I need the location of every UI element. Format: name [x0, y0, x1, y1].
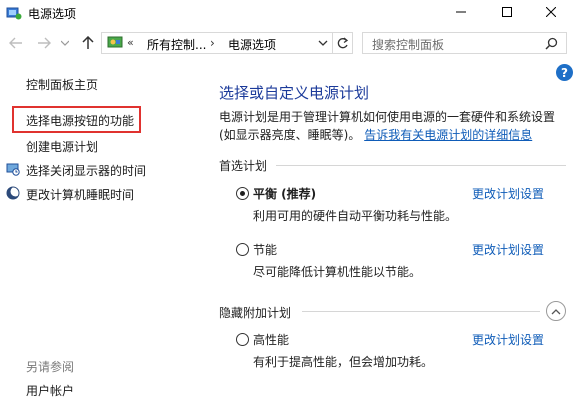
plan-power-saver-name[interactable]: 节能 [253, 241, 277, 258]
description-text: (如显示器亮度、睡眠等)。 [219, 128, 361, 142]
plan-high-performance-change-link[interactable]: 更改计划设置 [472, 331, 544, 348]
sidebar-item-user-accounts[interactable]: 用户帐户 [26, 382, 74, 399]
close-button[interactable] [528, 0, 574, 24]
chevron-down-icon [61, 40, 69, 46]
moon-icon [6, 186, 21, 200]
plan-power-saver-desc: 尽可能降低计算机性能以节能。 [253, 265, 422, 279]
plan-high-performance-desc: 有利于提高性能，但会增加功耗。 [253, 355, 434, 369]
breadcrumb-all-control-panel[interactable]: 所有控制... [147, 36, 206, 53]
refresh-button[interactable] [333, 32, 353, 54]
sidebar-control-panel-home[interactable]: 控制面板主页 [26, 76, 98, 93]
plan-high-performance-radio[interactable] [236, 333, 249, 346]
close-icon [546, 7, 556, 17]
address-dropdown-button[interactable] [316, 36, 330, 50]
up-arrow-icon [82, 36, 94, 49]
sidebar-item-display-off-time[interactable]: 选择关闭显示器的时间 [26, 162, 146, 179]
sidebar-item-sleep-time[interactable]: 更改计算机睡眠时间 [26, 186, 134, 203]
back-button[interactable] [8, 35, 24, 51]
minimize-icon [456, 11, 466, 13]
section-divider [276, 165, 566, 166]
plan-balanced-desc: 利用可用的硬件自动平衡功耗与性能。 [253, 209, 458, 223]
control-panel-icon [107, 35, 125, 51]
address-overflow[interactable]: « [127, 36, 134, 49]
breadcrumb-power-options[interactable]: 电源选项 [228, 36, 276, 53]
display-icon [6, 162, 20, 176]
forward-button[interactable] [36, 35, 52, 51]
sidebar-item-power-button[interactable]: 选择电源按钮的功能 [26, 112, 134, 129]
help-icon[interactable]: ? [556, 64, 573, 81]
chevron-up-icon [551, 308, 561, 314]
back-arrow-icon [9, 37, 22, 49]
maximize-icon [502, 7, 512, 17]
window-title: 电源选项 [28, 7, 77, 21]
description-line2: (如显示器亮度、睡眠等)。 告诉我有关电源计划的详细信息 [219, 126, 532, 143]
breadcrumb-separator[interactable]: › [210, 36, 215, 50]
forward-arrow-icon [38, 37, 51, 49]
hidden-plans-label: 隐藏附加计划 [219, 306, 292, 320]
section-divider [302, 311, 540, 312]
search-input[interactable]: 搜索控制面板 [362, 32, 567, 54]
plan-power-saver-change-link[interactable]: 更改计划设置 [472, 241, 544, 258]
plan-balanced-name[interactable]: 平衡 (推荐) [253, 185, 316, 202]
title-bar: 电源选项 [0, 0, 574, 26]
preferred-plans-label: 首选计划 [219, 159, 268, 173]
learn-more-link[interactable]: 告诉我有关电源计划的详细信息 [364, 128, 532, 142]
minimize-button[interactable] [438, 0, 484, 24]
power-options-icon [6, 5, 22, 21]
refresh-icon [337, 37, 349, 48]
maximize-button[interactable] [484, 0, 530, 24]
search-icon[interactable] [545, 37, 558, 50]
plan-balanced-change-link[interactable]: 更改计划设置 [472, 185, 544, 202]
collapse-hidden-plans-button[interactable] [546, 301, 566, 321]
chevron-down-icon [318, 40, 328, 46]
up-button[interactable] [80, 35, 96, 51]
plan-high-performance-name[interactable]: 高性能 [253, 331, 289, 348]
plan-power-saver-radio[interactable] [236, 243, 249, 256]
description-line1: 电源计划是用于管理计算机如何使用电源的一套硬件和系统设置 [219, 110, 556, 124]
address-bar[interactable]: « 所有控制... › 电源选项 [101, 32, 333, 54]
page-title: 选择或自定义电源计划 [219, 84, 370, 102]
sidebar-item-create-plan[interactable]: 创建电源计划 [26, 138, 98, 155]
plan-balanced-radio[interactable] [236, 187, 249, 200]
search-placeholder: 搜索控制面板 [372, 38, 445, 52]
see-also-heading: 另请参阅 [26, 360, 75, 374]
recent-locations-button[interactable] [60, 35, 70, 51]
